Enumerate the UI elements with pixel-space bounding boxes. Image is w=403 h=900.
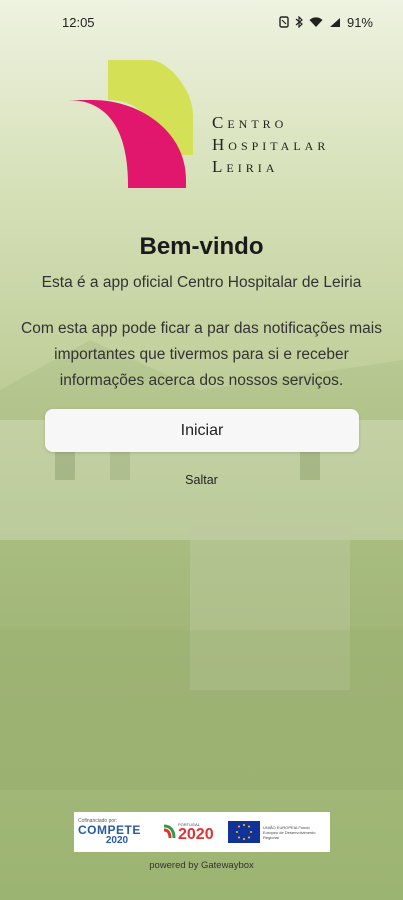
hospital-name-line3: Leiria [212,157,279,176]
welcome-subtitle: Esta é a app oficial Centro Hospitalar d… [41,274,362,291]
portugal-flag-icon [163,824,176,839]
nfc-icon [279,16,289,28]
signal-icon [329,17,340,27]
hospital-name-line1: Centro [212,113,288,132]
start-button[interactable]: Iniciar [45,409,359,452]
portugal-year: 2020 [178,825,214,843]
skip-link[interactable]: Saltar [0,473,403,487]
funding-logos: Cofinanciado por: COMPETE 2020 PORTUGAL … [74,812,330,852]
welcome-description: Com esta app pode ficar a par das notifi… [21,320,382,389]
eu-text: UNIÃO EUROPEIA Fundo Europeu de Desenvol… [263,824,316,840]
compete-year: 2020 [105,835,129,846]
status-time: 12:05 [62,14,95,30]
battery-level: 91% [346,14,373,30]
status-icons: 91% [279,15,373,30]
portugal-2020-logo: PORTUGAL 2020 [162,822,222,843]
hospital-name: Centro Hospitalar Leiria [212,112,329,178]
powered-by-footer: powered by Gatewaybox [149,860,254,871]
bluetooth-icon [295,16,303,28]
wifi-icon [309,16,323,27]
hospital-name-line2: Hospitalar [212,135,330,154]
compete-2020-logo: Cofinanciado por: COMPETE 2020 [78,818,156,846]
background-building-image [0,340,403,790]
eu-flag-icon [228,821,260,843]
status-bar: 12:05 91% [0,0,403,44]
eu-logo: UNIÃO EUROPEIA Fundo Europeu de Desenvol… [228,821,323,843]
welcome-title: Bem-vindo [139,233,264,260]
